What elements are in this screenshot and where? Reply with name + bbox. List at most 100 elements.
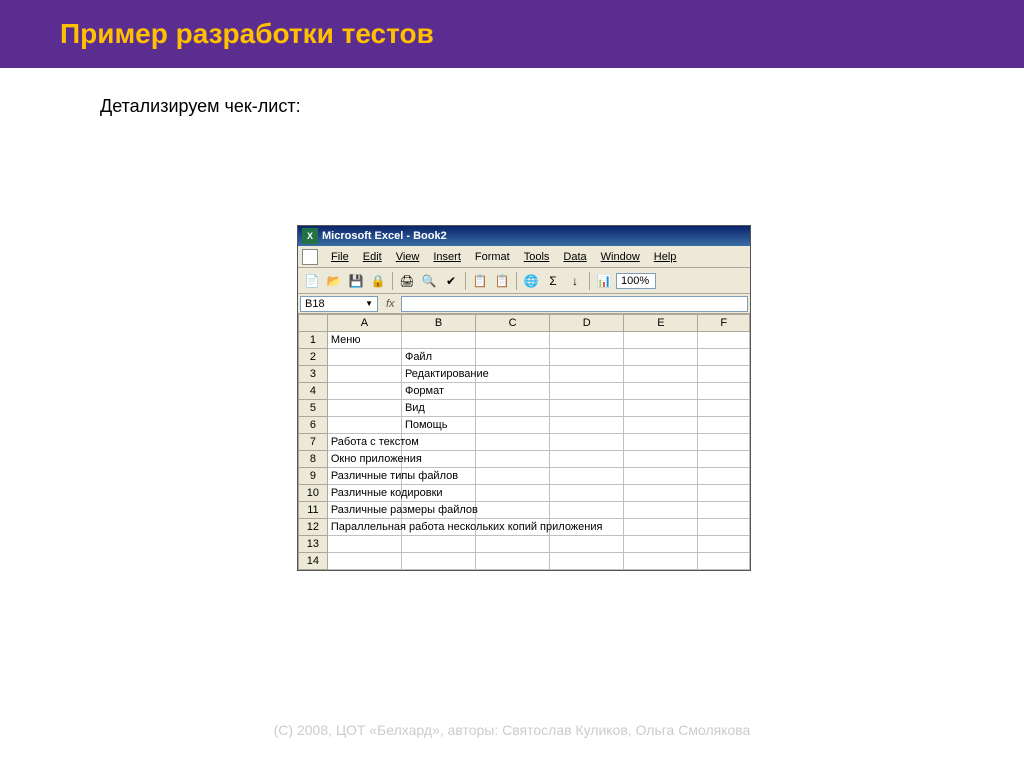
row-header[interactable]: 5 (299, 400, 328, 417)
cell[interactable] (476, 468, 550, 485)
row-header[interactable]: 8 (299, 451, 328, 468)
cell[interactable] (476, 417, 550, 434)
cell[interactable] (698, 553, 750, 570)
permission-icon[interactable]: 🔒 (368, 271, 388, 291)
cell[interactable] (476, 502, 550, 519)
col-header-E[interactable]: E (624, 315, 698, 332)
cell[interactable] (550, 485, 624, 502)
cell[interactable] (550, 417, 624, 434)
cell[interactable] (401, 536, 475, 553)
cell[interactable] (550, 502, 624, 519)
cell[interactable] (550, 553, 624, 570)
cell[interactable] (401, 553, 475, 570)
cell[interactable] (698, 383, 750, 400)
preview-icon[interactable]: 🔍 (419, 271, 439, 291)
row-header[interactable]: 4 (299, 383, 328, 400)
chart-icon[interactable]: 📊 (594, 271, 614, 291)
cell[interactable] (550, 366, 624, 383)
row-header[interactable]: 7 (299, 434, 328, 451)
row-header[interactable]: 9 (299, 468, 328, 485)
cell[interactable]: Меню (327, 332, 401, 349)
cell[interactable] (698, 519, 750, 536)
cell[interactable] (476, 349, 550, 366)
cell[interactable]: Окно приложения (327, 451, 401, 468)
cell[interactable]: Работа с текстом (327, 434, 401, 451)
spelling-icon[interactable]: ✔ (441, 271, 461, 291)
cell[interactable] (624, 332, 698, 349)
col-header-F[interactable]: F (698, 315, 750, 332)
cell[interactable] (624, 502, 698, 519)
cell[interactable] (476, 451, 550, 468)
menu-window[interactable]: Window (594, 249, 647, 265)
cell[interactable] (476, 485, 550, 502)
cell[interactable] (698, 434, 750, 451)
row-header[interactable]: 2 (299, 349, 328, 366)
cell[interactable] (327, 400, 401, 417)
cell[interactable]: Различные типы файлов (327, 468, 401, 485)
cell[interactable] (698, 417, 750, 434)
menu-tools[interactable]: Tools (517, 249, 557, 265)
cell[interactable] (476, 536, 550, 553)
menu-file[interactable]: File (324, 249, 356, 265)
cell[interactable] (327, 383, 401, 400)
cell[interactable] (624, 468, 698, 485)
cell[interactable] (698, 485, 750, 502)
cell[interactable]: Параллельная работа нескольких копий при… (327, 519, 401, 536)
row-header[interactable]: 1 (299, 332, 328, 349)
cell[interactable] (624, 485, 698, 502)
cell[interactable] (550, 468, 624, 485)
cell[interactable]: Файл (401, 349, 475, 366)
menu-help[interactable]: Help (647, 249, 684, 265)
cell[interactable]: Редактирование (401, 366, 475, 383)
cell[interactable] (476, 332, 550, 349)
cell[interactable] (624, 417, 698, 434)
save-icon[interactable]: 💾 (346, 271, 366, 291)
cell[interactable] (624, 536, 698, 553)
menu-format[interactable]: Format (468, 249, 517, 265)
menu-view[interactable]: View (389, 249, 427, 265)
cell[interactable] (401, 332, 475, 349)
cell[interactable] (476, 553, 550, 570)
name-box[interactable]: B18 ▼ (300, 296, 378, 312)
cell[interactable] (550, 434, 624, 451)
cell[interactable] (698, 349, 750, 366)
cell[interactable] (698, 502, 750, 519)
menu-data[interactable]: Data (556, 249, 593, 265)
sort-icon[interactable]: ↓ (565, 271, 585, 291)
cell[interactable] (624, 451, 698, 468)
cell[interactable] (624, 553, 698, 570)
cell[interactable] (624, 383, 698, 400)
row-header[interactable]: 13 (299, 536, 328, 553)
row-header[interactable]: 3 (299, 366, 328, 383)
cell[interactable] (327, 536, 401, 553)
formula-input[interactable] (401, 296, 748, 312)
menu-insert[interactable]: Insert (426, 249, 468, 265)
cell[interactable] (698, 451, 750, 468)
cell[interactable] (550, 332, 624, 349)
col-header-B[interactable]: B (401, 315, 475, 332)
cell[interactable]: Различные кодировки (327, 485, 401, 502)
cell[interactable] (624, 366, 698, 383)
zoom-combo[interactable]: 100% (616, 273, 656, 289)
cell[interactable] (698, 468, 750, 485)
cell[interactable] (624, 434, 698, 451)
cell[interactable]: Различные размеры файлов (327, 502, 401, 519)
autosum-icon[interactable]: Σ (543, 271, 563, 291)
paste-icon[interactable]: 📋 (492, 271, 512, 291)
cell[interactable] (476, 400, 550, 417)
document-icon[interactable] (302, 249, 318, 265)
cell[interactable] (327, 417, 401, 434)
cell[interactable] (698, 366, 750, 383)
cell[interactable]: Помощь (401, 417, 475, 434)
print-icon[interactable]: 🖨 (397, 271, 417, 291)
cell[interactable] (698, 536, 750, 553)
cell[interactable]: Вид (401, 400, 475, 417)
cell[interactable] (550, 400, 624, 417)
col-header-A[interactable]: A (327, 315, 401, 332)
cell[interactable] (476, 383, 550, 400)
cell[interactable] (624, 349, 698, 366)
cell[interactable] (327, 366, 401, 383)
cell[interactable] (550, 536, 624, 553)
row-header[interactable]: 14 (299, 553, 328, 570)
open-icon[interactable]: 📂 (324, 271, 344, 291)
